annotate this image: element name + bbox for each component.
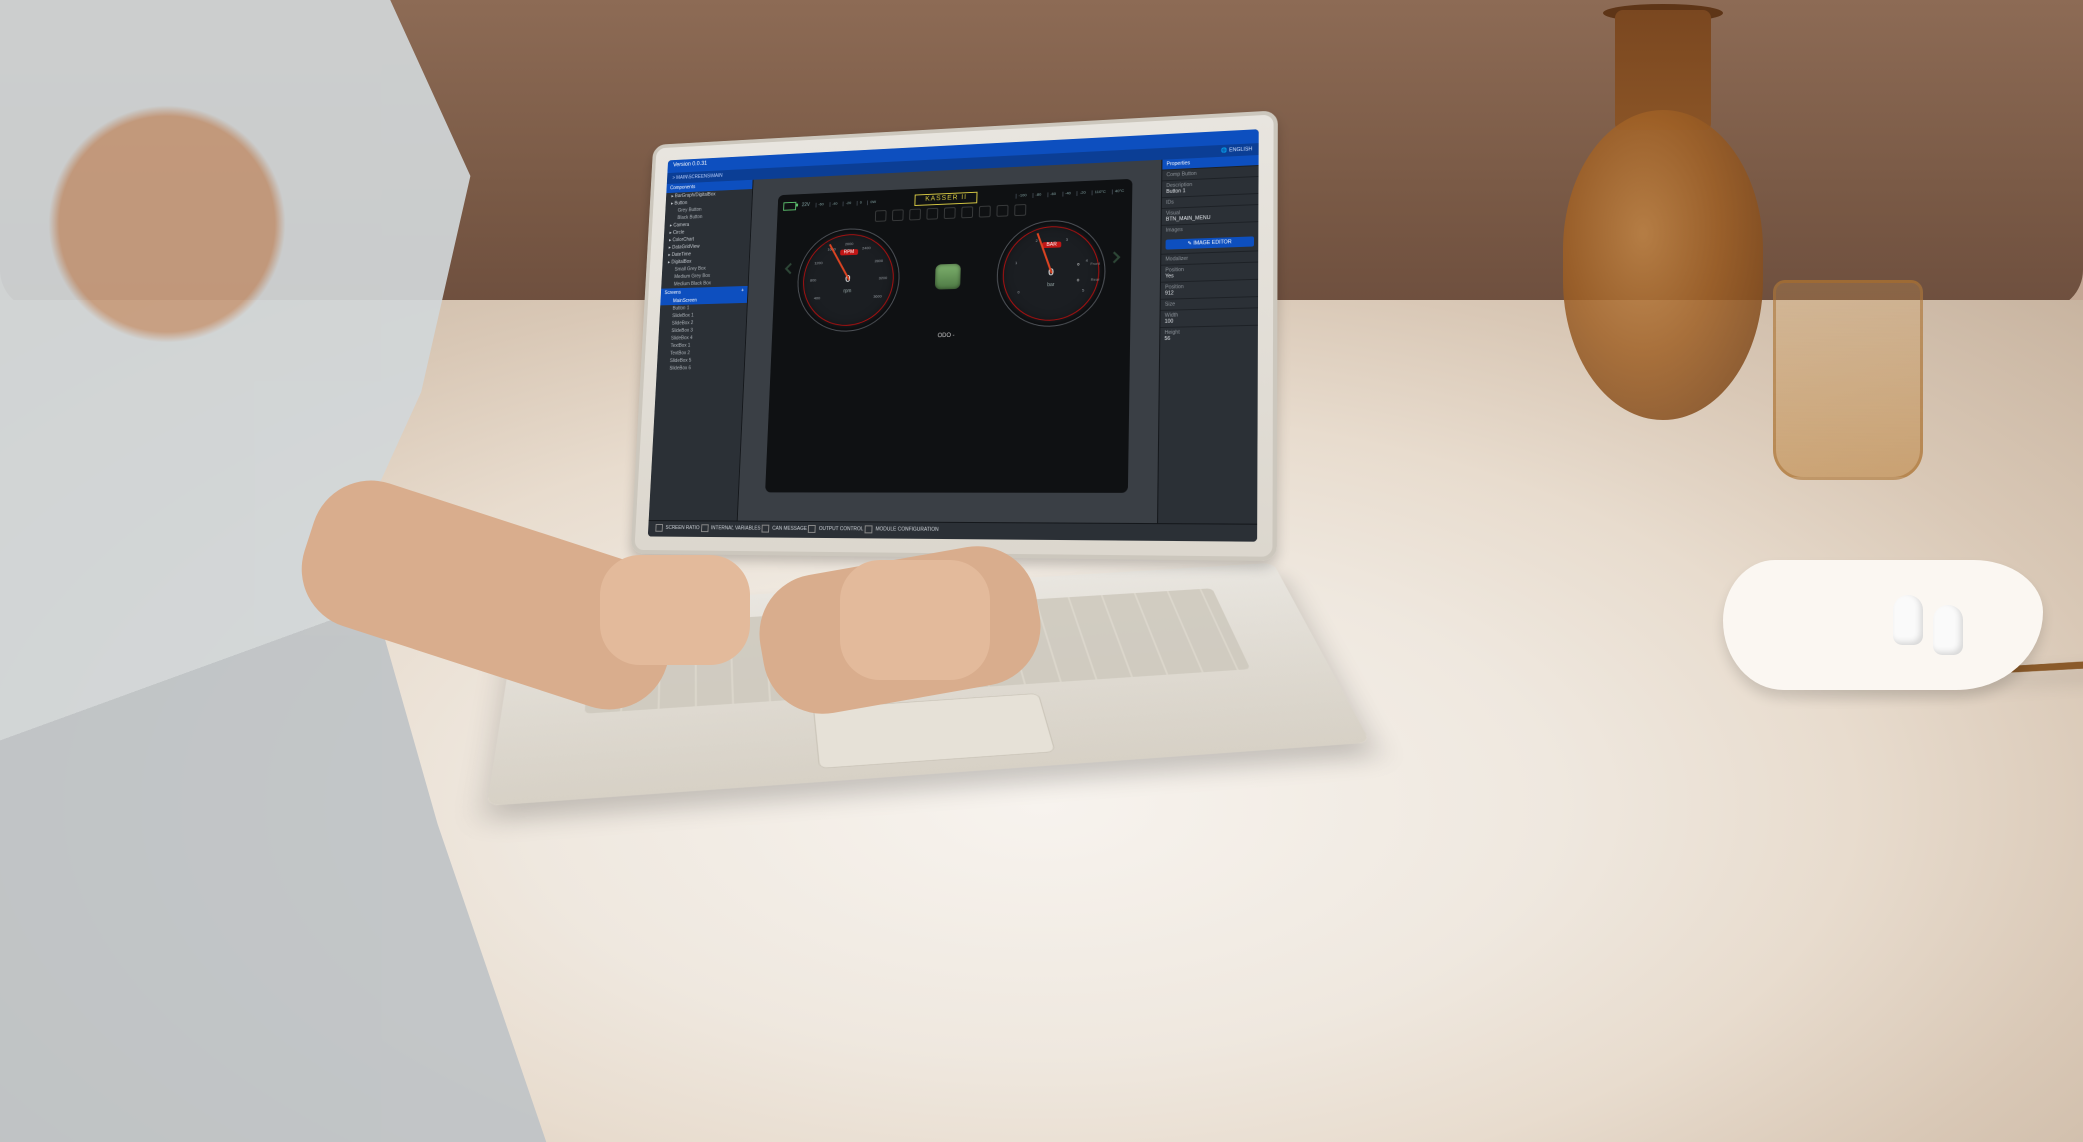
bar-gauge: 012345 BAR 0 bar Front Rear 0 0 — [996, 219, 1107, 329]
indicator-icon — [961, 207, 973, 219]
image-editor-button[interactable]: ✎ IMAGE EDITOR — [1166, 236, 1255, 249]
readout-value: -20 — [843, 201, 853, 206]
property-row[interactable]: Images — [1162, 221, 1259, 236]
screen-item[interactable]: SlideBox 6 — [657, 363, 744, 372]
indicator-icon — [944, 207, 956, 219]
gauge-badge: RPM — [840, 249, 858, 255]
readout-value: -40 — [829, 202, 839, 207]
readout-value: 0W — [867, 200, 878, 205]
temp-strip: -100-80 -60 -40 -20 110°C 40°C — [1016, 189, 1127, 199]
gauge-tick: 1 — [1015, 261, 1017, 266]
hand — [840, 560, 990, 680]
bottombar-item[interactable]: INTERNAL VARIABLES — [701, 524, 761, 532]
turn-right-icon — [1107, 248, 1126, 266]
bottombar-item[interactable]: OUTPUT CONTROL — [808, 525, 863, 533]
rpm-gauge: 4008001200160020002400280032003600 RPM 0… — [795, 227, 901, 333]
temp-value: -60 — [1047, 192, 1058, 197]
gauge-side-label: Rear — [1091, 277, 1100, 282]
indicator-icon — [1014, 204, 1026, 216]
bottombar-item[interactable]: CAN MESSAGE — [762, 525, 807, 533]
readout-strip: -60 -40 -20 00W — [815, 200, 878, 207]
dashboard-preview: 22V -60-40-2000W KASSER II -100-80-60-40… — [765, 179, 1132, 493]
temp-value: -100 — [1016, 193, 1029, 198]
temp-value: -20 — [1077, 190, 1088, 195]
amber-vase — [1553, 10, 1773, 440]
temp-value: 110°C — [1092, 190, 1108, 195]
readout-value: 0 — [857, 200, 864, 205]
indicator-icon — [979, 206, 991, 218]
laptop: Version 0.0.31 > MAIN\SCREENS\MAIN 🌐 ENG… — [480, 150, 1300, 830]
amber-glass — [1773, 280, 1923, 480]
battery-icon — [783, 202, 796, 211]
battery-value: 22V — [802, 202, 810, 208]
indicator-icon — [892, 210, 904, 222]
gauge-tick: 5 — [1082, 289, 1084, 294]
turn-left-icon — [780, 260, 797, 278]
photo-scene: Version 0.0.31 > MAIN\SCREENS\MAIN 🌐 ENG… — [0, 0, 2083, 1142]
language-selector[interactable]: 🌐 ENGLISH — [1221, 146, 1252, 154]
bottom-toolbar: SCREEN RATIO INTERNAL VARIABLES CAN MESS… — [648, 520, 1257, 542]
indicator-icon — [875, 210, 887, 222]
gauge-side-value: 0 — [1077, 262, 1079, 267]
gauge-tick: 3 — [1066, 238, 1068, 243]
properties-panel: Properties Comp ButtonDescriptionButton … — [1157, 155, 1259, 525]
dashboard-title: KASSER II — [914, 192, 977, 207]
gauge-tick: 1200 — [814, 261, 822, 266]
indicator-icon — [996, 205, 1008, 217]
gauge-tick: 400 — [814, 296, 820, 301]
gauge-tick: 2 — [1036, 239, 1038, 244]
designer-app: Version 0.0.31 > MAIN\SCREENS\MAIN 🌐 ENG… — [648, 129, 1259, 542]
bottombar-item[interactable]: SCREEN RATIO — [655, 524, 699, 532]
gauge-tick: 2800 — [874, 259, 883, 264]
earbud-icon — [1893, 595, 1923, 645]
readout-value: -60 — [815, 202, 825, 207]
add-screen-button[interactable]: + — [741, 288, 744, 294]
gauge-side-value: 0 — [1077, 278, 1079, 283]
app-title: Version 0.0.31 — [673, 161, 707, 169]
indicator-icon — [909, 209, 921, 221]
hand — [600, 555, 750, 665]
earbud-icon — [1933, 605, 1963, 655]
property-row[interactable]: Height56 — [1160, 325, 1258, 345]
gauge-tick: 2400 — [862, 247, 871, 252]
breadcrumb: > MAIN\SCREENS\MAIN — [672, 173, 722, 181]
center-button[interactable] — [935, 264, 961, 290]
sidebar: Components ▸ BarGraph/DigitalBox▸ Button… — [649, 180, 754, 522]
temp-value: -80 — [1032, 192, 1043, 197]
gauge-tick: 3600 — [873, 295, 882, 300]
gauge-tick: 0 — [1017, 290, 1019, 295]
temp-value: 40°C — [1112, 189, 1126, 194]
design-canvas[interactable]: 22V -60-40-2000W KASSER II -100-80-60-40… — [738, 160, 1162, 524]
indicator-icon — [926, 208, 938, 220]
laptop-screen: Version 0.0.31 > MAIN\SCREENS\MAIN 🌐 ENG… — [648, 129, 1259, 542]
laptop-lid: Version 0.0.31 > MAIN\SCREENS\MAIN 🌐 ENG… — [631, 110, 1278, 561]
bottombar-item[interactable]: MODULE CONFIGURATION — [865, 525, 939, 534]
gauge-side-label: Front — [1090, 261, 1100, 266]
gauge-tick: 4 — [1086, 259, 1088, 264]
temp-value: -40 — [1062, 191, 1073, 196]
hand-tray — [1723, 560, 2043, 690]
gauge-tick: 2000 — [845, 243, 854, 248]
gauge-badge: BAR — [1042, 242, 1060, 249]
